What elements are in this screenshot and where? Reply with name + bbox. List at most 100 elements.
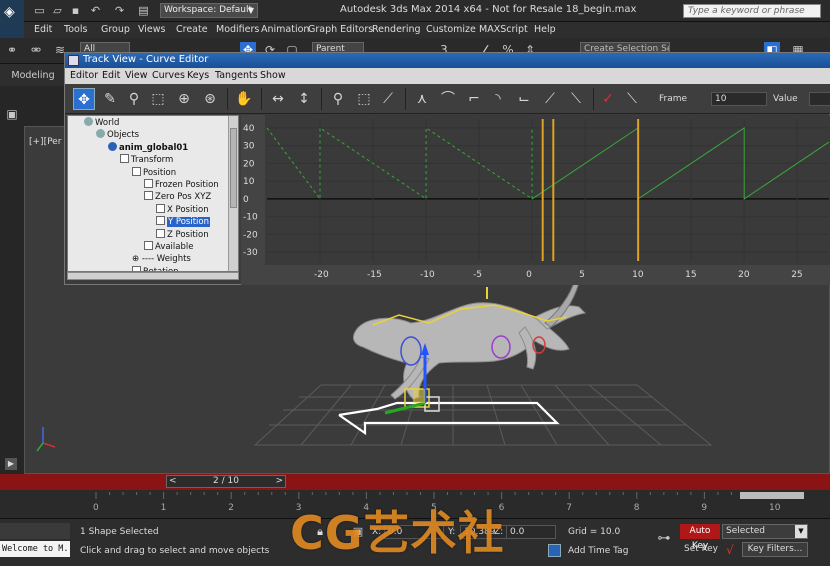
frame-value-icon[interactable]: ↕: [293, 88, 315, 110]
tree-item[interactable]: Objects: [96, 129, 139, 141]
key-mode-dropdown[interactable]: Selected ▼: [722, 524, 808, 539]
slow-tangent-icon[interactable]: ◝: [487, 88, 509, 110]
menu-item-edit[interactable]: Edit: [34, 24, 52, 35]
isolate-curve-icon[interactable]: ⟋: [377, 88, 399, 110]
tree-item[interactable]: World: [84, 117, 119, 129]
menu-item-customize[interactable]: Customize: [426, 24, 476, 35]
move-keys-icon[interactable]: ✥: [73, 88, 95, 110]
menu-item-maxscript[interactable]: MAXScript: [479, 24, 528, 35]
tree-item[interactable]: Frozen Position: [144, 179, 219, 191]
menu-item-tools[interactable]: Tools: [64, 24, 87, 35]
menu-item-group[interactable]: Group: [101, 24, 130, 35]
link-icon[interactable]: ⚭: [4, 42, 20, 58]
menu-item-animation[interactable]: Animation: [261, 24, 309, 35]
step-tangent-icon[interactable]: ⌙: [513, 88, 535, 110]
key-icon[interactable]: ⊶: [652, 531, 676, 547]
draw-curves-icon[interactable]: ✎: [99, 88, 121, 110]
track-bar-svg: 0 1 2 3 4 5 6 7 8 9 10: [24, 490, 830, 518]
maxscript-mini-listener[interactable]: Welcome to M.: [0, 541, 70, 557]
next-frame-arrow-icon[interactable]: >: [275, 476, 283, 487]
curve-editor-menu-view[interactable]: View: [125, 70, 148, 81]
menu-item-help[interactable]: Help: [534, 24, 556, 35]
prev-frame-arrow-icon[interactable]: <: [169, 476, 177, 487]
smooth-tangent-icon[interactable]: ⟍: [565, 88, 587, 110]
add-keys-icon[interactable]: ⚲: [123, 88, 145, 110]
tree-horizontal-scrollbar[interactable]: [67, 272, 239, 280]
out-of-range-icon[interactable]: ✓: [597, 88, 619, 110]
scrollbar-thumb[interactable]: [230, 128, 237, 208]
curve-editor-titlebar[interactable]: Track View - Curve Editor: [65, 53, 830, 68]
project-folder-icon[interactable]: ▤: [136, 3, 151, 18]
open-file-icon[interactable]: ▱: [50, 3, 65, 18]
expand-icon[interactable]: ⊕ ----: [132, 254, 157, 264]
track-bar-key-range[interactable]: [740, 492, 804, 499]
frame-horizontal-icon[interactable]: ↔: [267, 88, 289, 110]
time-tag-icon[interactable]: [548, 544, 561, 557]
region-keys-icon[interactable]: ⬚: [147, 88, 169, 110]
tree-item[interactable]: X Position: [156, 203, 209, 216]
controller-icon: [156, 216, 165, 226]
time-slider[interactable]: < 2 / 10 >: [166, 475, 286, 488]
x-tick-label: 5: [579, 270, 585, 280]
value-input[interactable]: [809, 92, 830, 106]
workspace-dropdown[interactable]: Workspace: Default ▼: [160, 3, 258, 18]
menu-item-rendering[interactable]: Rendering: [372, 24, 421, 35]
curve-editor-window[interactable]: Track View - Curve Editor Editor Edit View…: [64, 52, 830, 285]
tree-item[interactable]: Zero Pos XYZ: [144, 191, 211, 203]
new-file-icon[interactable]: ▭: [32, 3, 47, 18]
tree-item[interactable]: Available: [144, 241, 193, 253]
unlink-icon[interactable]: ⚮: [28, 42, 44, 58]
show-tangents-icon[interactable]: ⟍: [621, 88, 643, 110]
curve-editor-menu-tangents[interactable]: Tangents: [215, 70, 258, 81]
frame-input[interactable]: 10: [711, 92, 767, 106]
expand-arrow-icon[interactable]: ▶: [5, 458, 17, 470]
retime-icon[interactable]: ⊕: [173, 88, 195, 110]
menu-item-create[interactable]: Create: [176, 24, 208, 35]
search-input[interactable]: Type a keyword or phrase: [683, 4, 821, 18]
curve-editor-menu-edit[interactable]: Edit: [102, 70, 120, 81]
curve-editor-menu-show[interactable]: Show: [260, 70, 286, 81]
redo-icon[interactable]: ↷: [112, 3, 127, 18]
x-coordinate-input[interactable]: 0.0: [384, 525, 444, 539]
add-time-tag[interactable]: Add Time Tag: [568, 546, 628, 556]
maxscript-mini-listener-top[interactable]: [0, 523, 70, 539]
linear-tangent-icon[interactable]: ⟋: [539, 88, 561, 110]
pan-hand-icon[interactable]: ✋: [233, 88, 255, 110]
zoom-region-icon[interactable]: ⬚: [353, 88, 375, 110]
menu-item-graph-editors[interactable]: Graph Editors: [308, 24, 373, 35]
set-key-curve-icon[interactable]: √: [722, 542, 738, 558]
absolute-mode-icon[interactable]: ▣: [350, 524, 366, 540]
selection-lock-icon[interactable]: 🔒︎: [312, 524, 328, 540]
spline-tangent-icon[interactable]: ⌒: [437, 88, 459, 110]
tree-item[interactable]: Transform: [120, 154, 173, 166]
tree-item[interactable]: Z Position: [156, 228, 209, 241]
track-bar[interactable]: 0 1 2 3 4 5 6 7 8 9 10: [0, 490, 830, 518]
ribbon-tab-modeling[interactable]: Modeling: [6, 68, 60, 83]
curve-graph[interactable]: 40 30 20 10 0 -10 -20 -30 -20 -15 -10 -5 0 5 10 15 20 25: [241, 115, 830, 285]
tree-item[interactable]: anim_global01: [108, 141, 189, 154]
polygon-modeling-icon[interactable]: ▣: [4, 106, 20, 122]
menu-item-modifiers[interactable]: Modifiers: [216, 24, 259, 35]
controller-icon: [144, 191, 153, 201]
curve-editor-menu-editor[interactable]: Editor: [70, 70, 98, 81]
save-file-icon[interactable]: ▪: [68, 3, 83, 18]
tree-item[interactable]: Y Position: [156, 216, 210, 228]
fast-tangent-icon[interactable]: ⌐: [463, 88, 485, 110]
zoom-icon[interactable]: ⚲: [327, 88, 349, 110]
undo-icon[interactable]: ↶: [88, 3, 103, 18]
tree-vertical-scrollbar[interactable]: [228, 116, 238, 271]
tree-item[interactable]: ⊕ ---- Weights: [132, 253, 191, 265]
tree-item-label: anim_global01: [119, 142, 189, 153]
controller-hierarchy[interactable]: World Objects anim_global01 Transform Positi…: [67, 115, 239, 272]
auto-key-button[interactable]: Auto Key: [680, 524, 720, 551]
curve-editor-menu-keys[interactable]: Keys: [187, 70, 209, 81]
retime-all-icon[interactable]: ⊛: [199, 88, 221, 110]
app-logo[interactable]: ◈: [0, 0, 24, 38]
menu-item-views[interactable]: Views: [138, 24, 166, 35]
z-coordinate-input[interactable]: 0.0: [506, 525, 556, 539]
curve-editor-menu-curves[interactable]: Curves: [152, 70, 185, 81]
set-key-button[interactable]: Set Key: [684, 544, 718, 554]
key-filters-button[interactable]: Key Filters...: [742, 542, 808, 557]
auto-tangent-icon[interactable]: ⋏: [411, 88, 433, 110]
tree-item[interactable]: Position: [132, 166, 176, 179]
